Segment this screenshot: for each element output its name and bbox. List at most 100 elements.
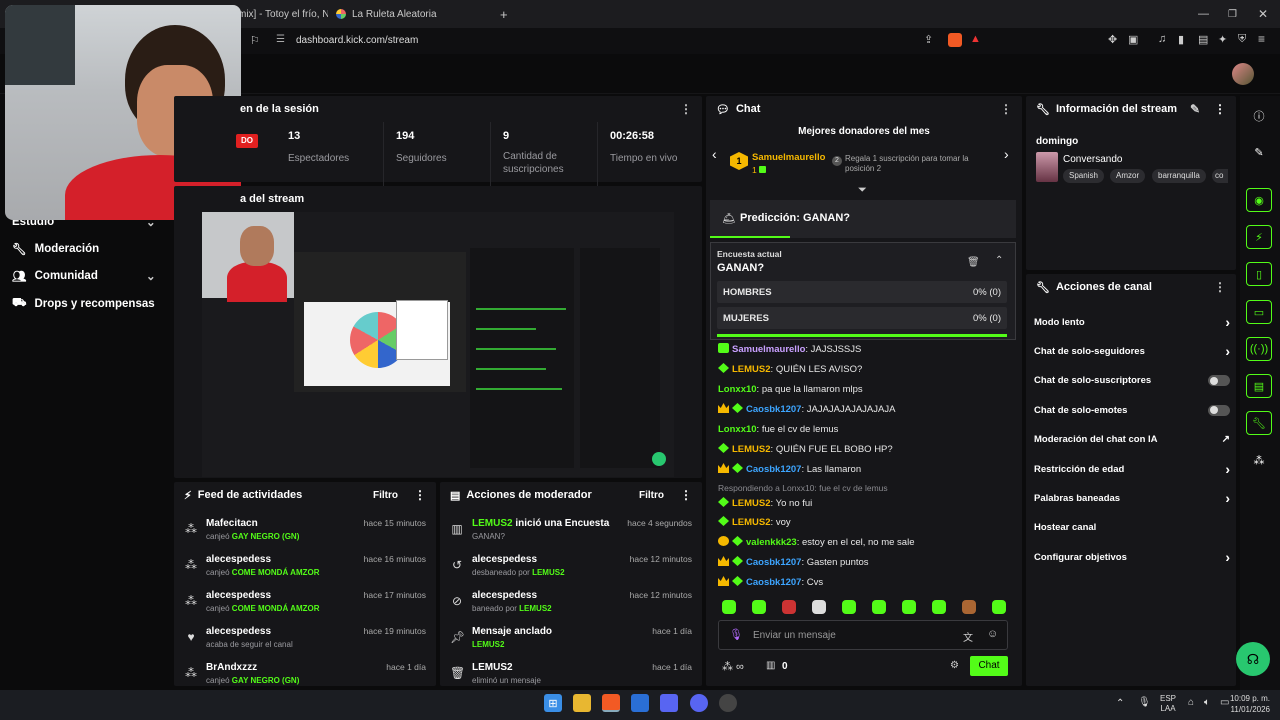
emote-icon[interactable] [872, 600, 886, 614]
modactions-menu-icon[interactable]: ⋮ [680, 488, 692, 502]
chat-message[interactable]: Caosbk1207: Las llamaron [706, 460, 1022, 480]
discord-icon[interactable] [690, 694, 708, 712]
channel-action-chat-de-solo-suscriptores[interactable]: Chat de solo-suscriptores [1034, 371, 1230, 391]
obs-icon[interactable] [719, 694, 737, 712]
channel-action-chat-de-solo-emotes[interactable]: Chat de solo-emotes [1034, 400, 1230, 420]
language-indicator[interactable]: ESP LAA [1160, 694, 1176, 714]
chat-message[interactable]: Caosbk1207: JAJAJAJAJAJAJAJA [706, 400, 1022, 420]
feed-item[interactable]: ⁂ BrAndxzzz canjeó GAY NEGRO (GN) hace 1… [174, 658, 436, 686]
next-arrow-icon[interactable]: › [1004, 146, 1009, 162]
toggle-switch[interactable] [1208, 375, 1230, 387]
layout-icon[interactable]: ▤ [1246, 374, 1272, 398]
tag-chip[interactable]: barranquilla [1152, 169, 1206, 183]
broadcast-icon[interactable]: ((·)) [1246, 337, 1272, 361]
brave-browser-icon[interactable] [602, 694, 620, 712]
music-icon[interactable]: ♫ [1158, 33, 1166, 45]
emote-icon[interactable] [902, 600, 916, 614]
network-icon[interactable]: ⌂ [1188, 697, 1194, 708]
mod-action-item[interactable]: ⊘ alecespedess baneado por LEMUS2 hace 1… [440, 586, 702, 622]
vpn-icon[interactable]: ⛨ [1238, 33, 1246, 46]
maximize-icon[interactable]: ❐ [1228, 4, 1237, 24]
translate-icon[interactable]: 文 [963, 629, 973, 644]
extensions-icon[interactable]: ✥ [1108, 33, 1117, 46]
chat-message[interactable]: Lonxx10: fue el cv de lemus [706, 420, 1022, 440]
wrench-icon[interactable]: 🔧︎ [1246, 411, 1272, 435]
pencil-icon[interactable]: ✎ [1246, 140, 1272, 164]
tag-chip[interactable]: Spanish [1063, 169, 1104, 183]
feed-menu-icon[interactable]: ⋮ [414, 488, 426, 502]
emote-icon[interactable] [842, 600, 856, 614]
chat-username[interactable]: Caosbk1207 [746, 464, 801, 475]
channel-action-chat-de-solo-seguidores[interactable]: Chat de solo-seguidores › [1034, 341, 1230, 361]
volume-icon[interactable]: 🔈︎ [1204, 697, 1210, 708]
store-icon[interactable]: ▥ [766, 660, 775, 671]
chat-username[interactable]: Caosbk1207 [746, 404, 801, 415]
browser-tab-ruleta[interactable]: La Ruleta Aleatoria [336, 4, 486, 24]
chat-message[interactable]: LEMUS2: Yo no fui [706, 495, 1022, 513]
bolt-icon[interactable]: ⚡︎ [1246, 225, 1272, 249]
channel-action-configurar-objetivos[interactable]: Configurar objetivos › [1034, 547, 1230, 567]
close-window-icon[interactable]: ✕ [1258, 4, 1268, 24]
community-icon[interactable]: ⁂ [1246, 448, 1272, 472]
clock[interactable]: 10:09 p. m. 11/01/2026 [1224, 693, 1270, 715]
wallet-icon[interactable]: ▤ [1198, 33, 1208, 46]
chat-icon[interactable]: ▭ [1246, 300, 1272, 324]
chat-message[interactable]: Caosbk1207: Cvs [706, 573, 1022, 593]
mod-action-item[interactable]: 🗑︎ LEMUS2 eliminó un mensaje hace 1 día [440, 658, 702, 686]
menu-icon[interactable]: ≡ [1258, 32, 1265, 46]
emote-icon[interactable] [812, 600, 826, 614]
emote-icon[interactable] [932, 600, 946, 614]
channel-action-modo-lento[interactable]: Modo lento › [1034, 312, 1230, 332]
collapse-poll-icon[interactable]: ⌃ [995, 255, 1003, 266]
poll-option-mujeres[interactable]: MUJERES 0% (0) [717, 307, 1007, 329]
chat-message[interactable]: Lonxx10: pa que la llamaron mlps [706, 380, 1022, 400]
chat-username[interactable]: valenkkk23 [746, 537, 797, 548]
user-avatar[interactable] [1232, 63, 1254, 85]
brave-shield-icon[interactable] [948, 33, 962, 47]
chat-message[interactable]: Samuelmaurello: JAJSJSSJS [706, 340, 1022, 360]
tray-chevron-icon[interactable]: ⌃ [1116, 698, 1124, 709]
chat-username[interactable]: Lonxx10 [718, 384, 757, 395]
minimize-icon[interactable]: — [1198, 4, 1209, 24]
sidebar-item-moderacion[interactable]: 🔧︎ Moderación [12, 242, 99, 256]
screenshot-icon[interactable]: ▣ [1128, 33, 1138, 46]
chat-menu-icon[interactable]: ⋮ [1000, 102, 1012, 116]
chat-username[interactable]: LEMUS2 [732, 517, 771, 528]
emoji-icon[interactable]: ☺ [987, 628, 998, 640]
microphone-icon[interactable]: 🎙︎ [729, 628, 743, 641]
points-icon[interactable]: ⁂ ∞ [722, 660, 744, 673]
poll-option-hombres[interactable]: HOMBRES 0% (0) [717, 281, 1007, 303]
chat-username[interactable]: LEMUS2 [732, 364, 771, 375]
store-icon[interactable] [631, 694, 649, 712]
url-field[interactable]: dashboard.kick.com/stream [296, 35, 418, 46]
chat-message[interactable]: valenkkk23: estoy en el cel, no me sale [706, 533, 1022, 553]
tag-chip[interactable]: Amzor [1110, 169, 1146, 183]
delete-poll-icon[interactable]: 🗑︎ [967, 257, 980, 268]
leo-ai-icon[interactable]: ✦ [1218, 33, 1227, 46]
category-thumbnail[interactable] [1036, 152, 1058, 182]
channel-action-restricci-n-de-edad[interactable]: Restricción de edad › [1034, 459, 1230, 479]
channel-action-palabras-baneadas[interactable]: Palabras baneadas › [1034, 488, 1230, 508]
new-tab-icon[interactable]: + [500, 4, 508, 24]
share-icon[interactable]: ⇪ [924, 33, 933, 46]
stream-info-menu-icon[interactable]: ⋮ [1214, 102, 1226, 116]
emote-icon[interactable] [992, 600, 1006, 614]
feed-item[interactable]: ♥ alecespedess acaba de seguir el canal … [174, 622, 436, 658]
windows-start-icon[interactable]: ⊞ [544, 694, 562, 712]
chat-message[interactable]: LEMUS2: QUIÉN LES AVISO? [706, 360, 1022, 380]
chat-message[interactable]: LEMUS2: voy [706, 513, 1022, 533]
donor-name[interactable]: Samuelmaurello [752, 152, 825, 163]
help-icon[interactable]: ☊ [1236, 642, 1270, 676]
chat-username[interactable]: LEMUS2 [732, 498, 771, 509]
brave-rewards-icon[interactable]: ▲ [970, 33, 981, 45]
session-menu-icon[interactable]: ⋮ [680, 102, 692, 116]
mod-action-item[interactable]: ▥ LEMUS2 inició una Encuesta GANAN? hace… [440, 514, 702, 550]
camera-icon[interactable]: ◉ [1246, 188, 1272, 212]
chat-username[interactable]: Caosbk1207 [746, 557, 801, 568]
emote-icon[interactable] [722, 600, 736, 614]
feed-filter-button[interactable]: Filtro [373, 490, 398, 501]
mod-action-item[interactable]: 📌︎ Mensaje anclado LEMUS2 hace 1 día [440, 622, 702, 658]
channel-actions-menu-icon[interactable]: ⋮ [1214, 280, 1226, 294]
browser-tab-music[interactable]: mix] - Totoy el frío, No [238, 4, 328, 24]
chat-username[interactable]: Samuelmaurello [732, 344, 805, 355]
